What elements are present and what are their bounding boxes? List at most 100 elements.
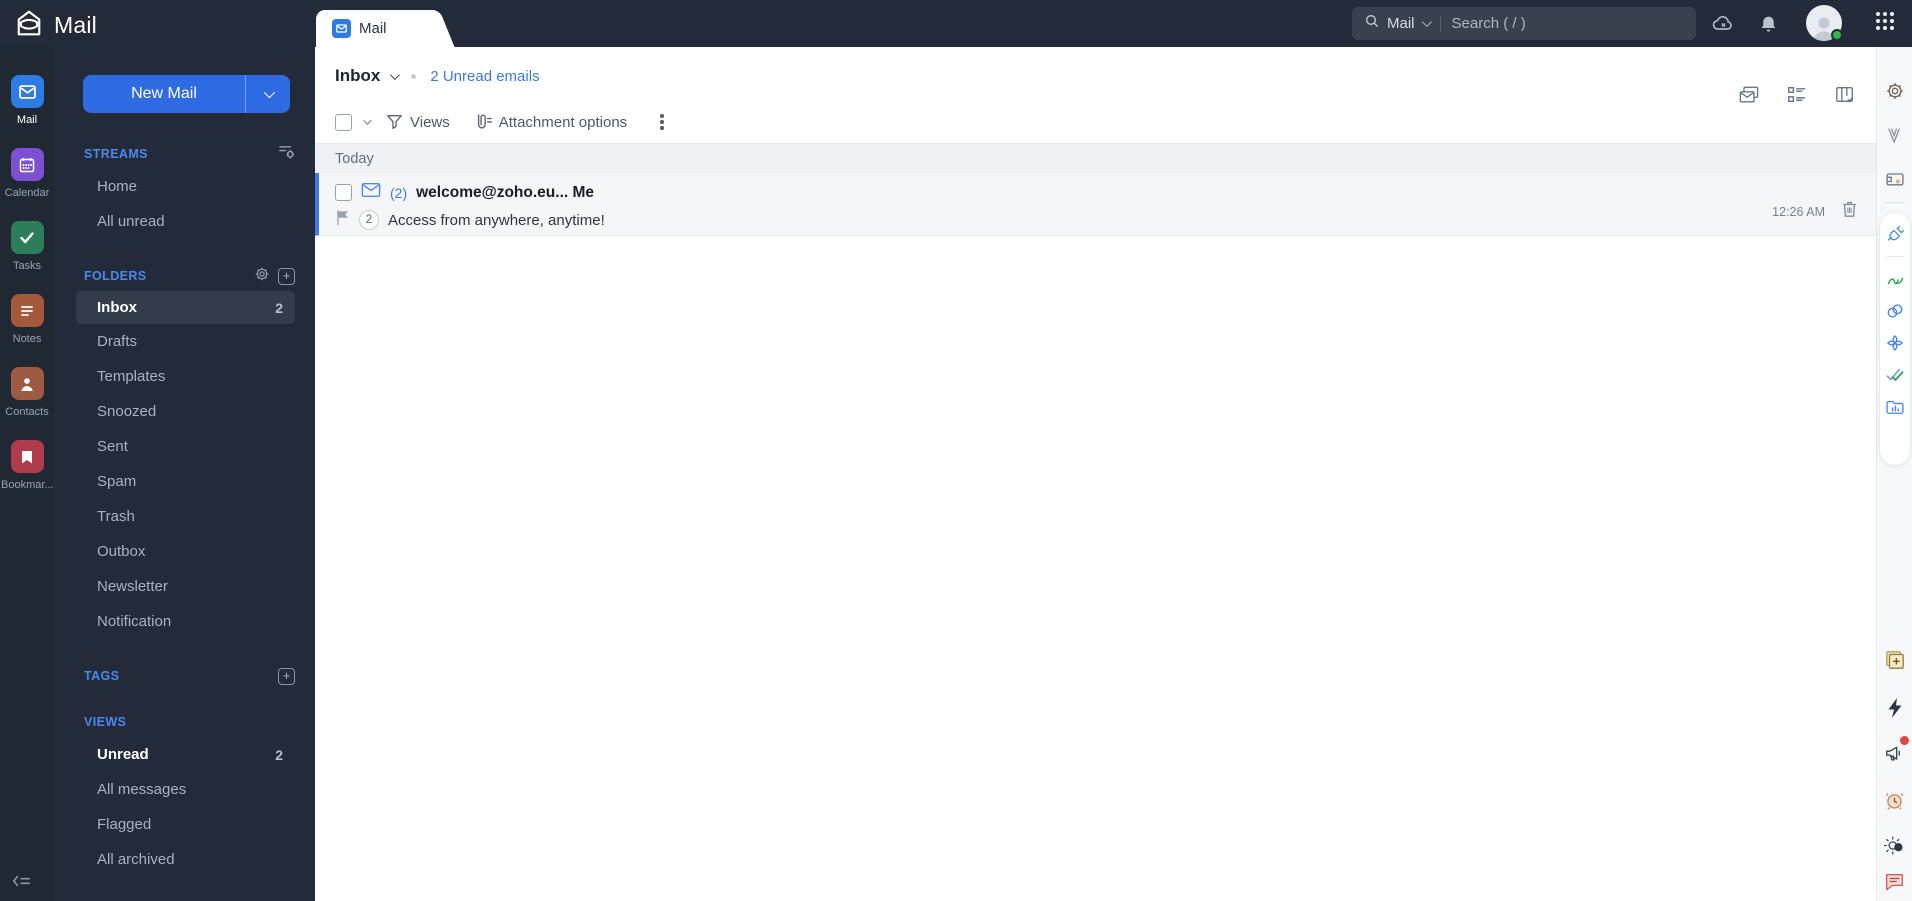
divider [1439,15,1441,32]
email-list-panel: Inbox 2 Unread emails Views Attachment o… [315,47,1876,901]
inbox-unread-count: 2 [275,299,283,316]
wallet-card-icon[interactable] [1884,168,1906,190]
app-title: Mail [54,12,97,38]
add-tag-icon[interactable]: + [278,667,295,685]
delete-email-icon[interactable] [1841,200,1858,223]
folder-sent[interactable]: Sent [54,429,315,464]
bookmarks-app-icon [10,440,44,473]
stream-all-unread[interactable]: All unread [54,204,315,239]
linked-rings-icon[interactable] [1885,301,1905,321]
rail-item-mail[interactable]: Mail [0,75,54,126]
user-avatar[interactable] [1806,5,1843,41]
reminders-clock-icon[interactable] [1884,789,1906,811]
rail-item-calendar[interactable]: Calendar [0,148,54,199]
views-filter-button[interactable]: Views [386,114,450,131]
view-flagged[interactable]: Flagged [54,807,315,842]
folder-newsletter[interactable]: Newsletter [54,569,315,604]
cloud-sync-icon[interactable] [1710,11,1736,37]
view-all-messages[interactable]: All messages [54,772,315,807]
folders-title: FOLDERS [84,269,147,283]
folder-snoozed[interactable]: Snoozed [54,394,315,429]
list-header: Inbox 2 Unread emails [315,47,1876,95]
signature-hand-icon[interactable] [1885,269,1905,289]
email-checkbox[interactable] [335,184,352,201]
announcements-megaphone-icon[interactable] [1884,736,1909,763]
online-status-dot [1831,29,1843,41]
folder-templates[interactable]: Templates [54,359,315,394]
folder-inbox[interactable]: Inbox 2 [76,291,295,324]
list-view-icon[interactable] [1786,85,1808,110]
settings-gear-icon[interactable] [1884,80,1906,102]
streams-settings-icon[interactable] [278,144,295,164]
list-view-options [1738,85,1856,110]
divider [1887,256,1903,257]
sticky-note-add-icon[interactable] [1884,649,1906,671]
collapse-sidebar-icon[interactable] [12,873,32,894]
new-mail-label[interactable]: New Mail [83,75,246,113]
attachment-options-button[interactable]: Attachment options [473,113,627,131]
column-view-icon[interactable] [1834,85,1856,110]
new-mail-dropdown[interactable] [246,75,290,113]
conversation-view-icon[interactable] [1738,85,1760,110]
tags-title: TAGS [84,669,120,683]
folder-notification[interactable]: Notification [54,604,315,639]
section-streams: STREAMS Home All unread [54,139,315,239]
more-options-icon[interactable] [654,112,670,132]
plugin-icon[interactable] [1885,224,1905,244]
select-options-chevron-icon[interactable] [363,116,372,125]
lightning-bolt-icon[interactable] [1884,697,1906,719]
email-list-item[interactable]: (2) welcome@zoho.eu... Me 2 Access from … [315,173,1876,236]
app-logo[interactable]: Mail [14,8,97,43]
tab-label: Mail [359,20,387,37]
add-folder-icon[interactable]: + [278,267,295,285]
unread-emails-link[interactable]: 2 Unread emails [430,68,539,85]
search-input[interactable]: Search ( / ) [1452,15,1526,32]
zoho-mail-app: Mail Mail Search ( / ) Mail Mail Calenda… [0,0,1912,901]
select-all-checkbox[interactable] [335,113,352,131]
divider [1884,202,1905,203]
new-mail-button[interactable]: New Mail [83,75,290,113]
zoho-mail-logo-icon [14,8,44,43]
search-bar[interactable]: Mail Search ( / ) [1352,7,1696,40]
apps-grid-icon[interactable] [1876,12,1894,30]
notes-app-icon [10,294,44,327]
rail-item-notes[interactable]: Notes [0,294,54,345]
view-all-archived[interactable]: All archived [54,842,315,877]
rail-item-contacts[interactable]: Contacts [0,367,54,418]
folder-trash[interactable]: Trash [54,499,315,534]
clip-widget-icon[interactable] [1884,124,1906,146]
tab-mail[interactable]: Mail [316,10,432,47]
notifications-bell-icon[interactable] [1755,11,1781,37]
section-views: VIEWS Unread 2 All messages Flagged All … [54,707,315,877]
folder-outbox[interactable]: Outbox [54,534,315,569]
knot-icon[interactable] [1885,333,1905,353]
view-unread[interactable]: Unread 2 [54,737,315,772]
rail-item-tasks[interactable]: Tasks [0,221,54,272]
funnel-icon [387,115,402,129]
contacts-app-icon [10,367,44,400]
right-widget-rail [1876,47,1912,901]
app-rail: Mail Calendar Tasks Notes Contacts Bookm… [0,47,54,901]
folder-drafts[interactable]: Drafts [54,324,315,359]
mail-app-icon [10,75,44,108]
mail-tab-icon [332,19,351,38]
reports-folder-icon[interactable] [1885,397,1905,417]
search-scope-selector[interactable]: Mail [1387,15,1415,32]
paperclip-icon [477,114,492,129]
theme-toggle-icon[interactable] [1884,834,1906,856]
section-folders: FOLDERS + Inbox 2 Drafts Templates Snooz… [54,261,315,639]
stream-home[interactable]: Home [54,169,315,204]
search-icon [1364,13,1380,34]
email-unread-count: (2) [390,184,408,201]
folder-dropdown-chevron-icon[interactable] [390,69,401,80]
flag-icon[interactable] [335,209,350,231]
double-check-icon[interactable] [1885,365,1905,385]
current-folder-title[interactable]: Inbox [335,66,380,86]
folders-settings-gear-icon[interactable] [254,266,270,287]
date-group-header: Today [315,143,1876,173]
notification-red-dot [1899,736,1909,745]
rail-item-bookmarks[interactable]: Bookmar... [0,440,54,491]
integrations-capsule [1880,213,1910,465]
feedback-chat-icon[interactable] [1884,870,1906,892]
folder-spam[interactable]: Spam [54,464,315,499]
